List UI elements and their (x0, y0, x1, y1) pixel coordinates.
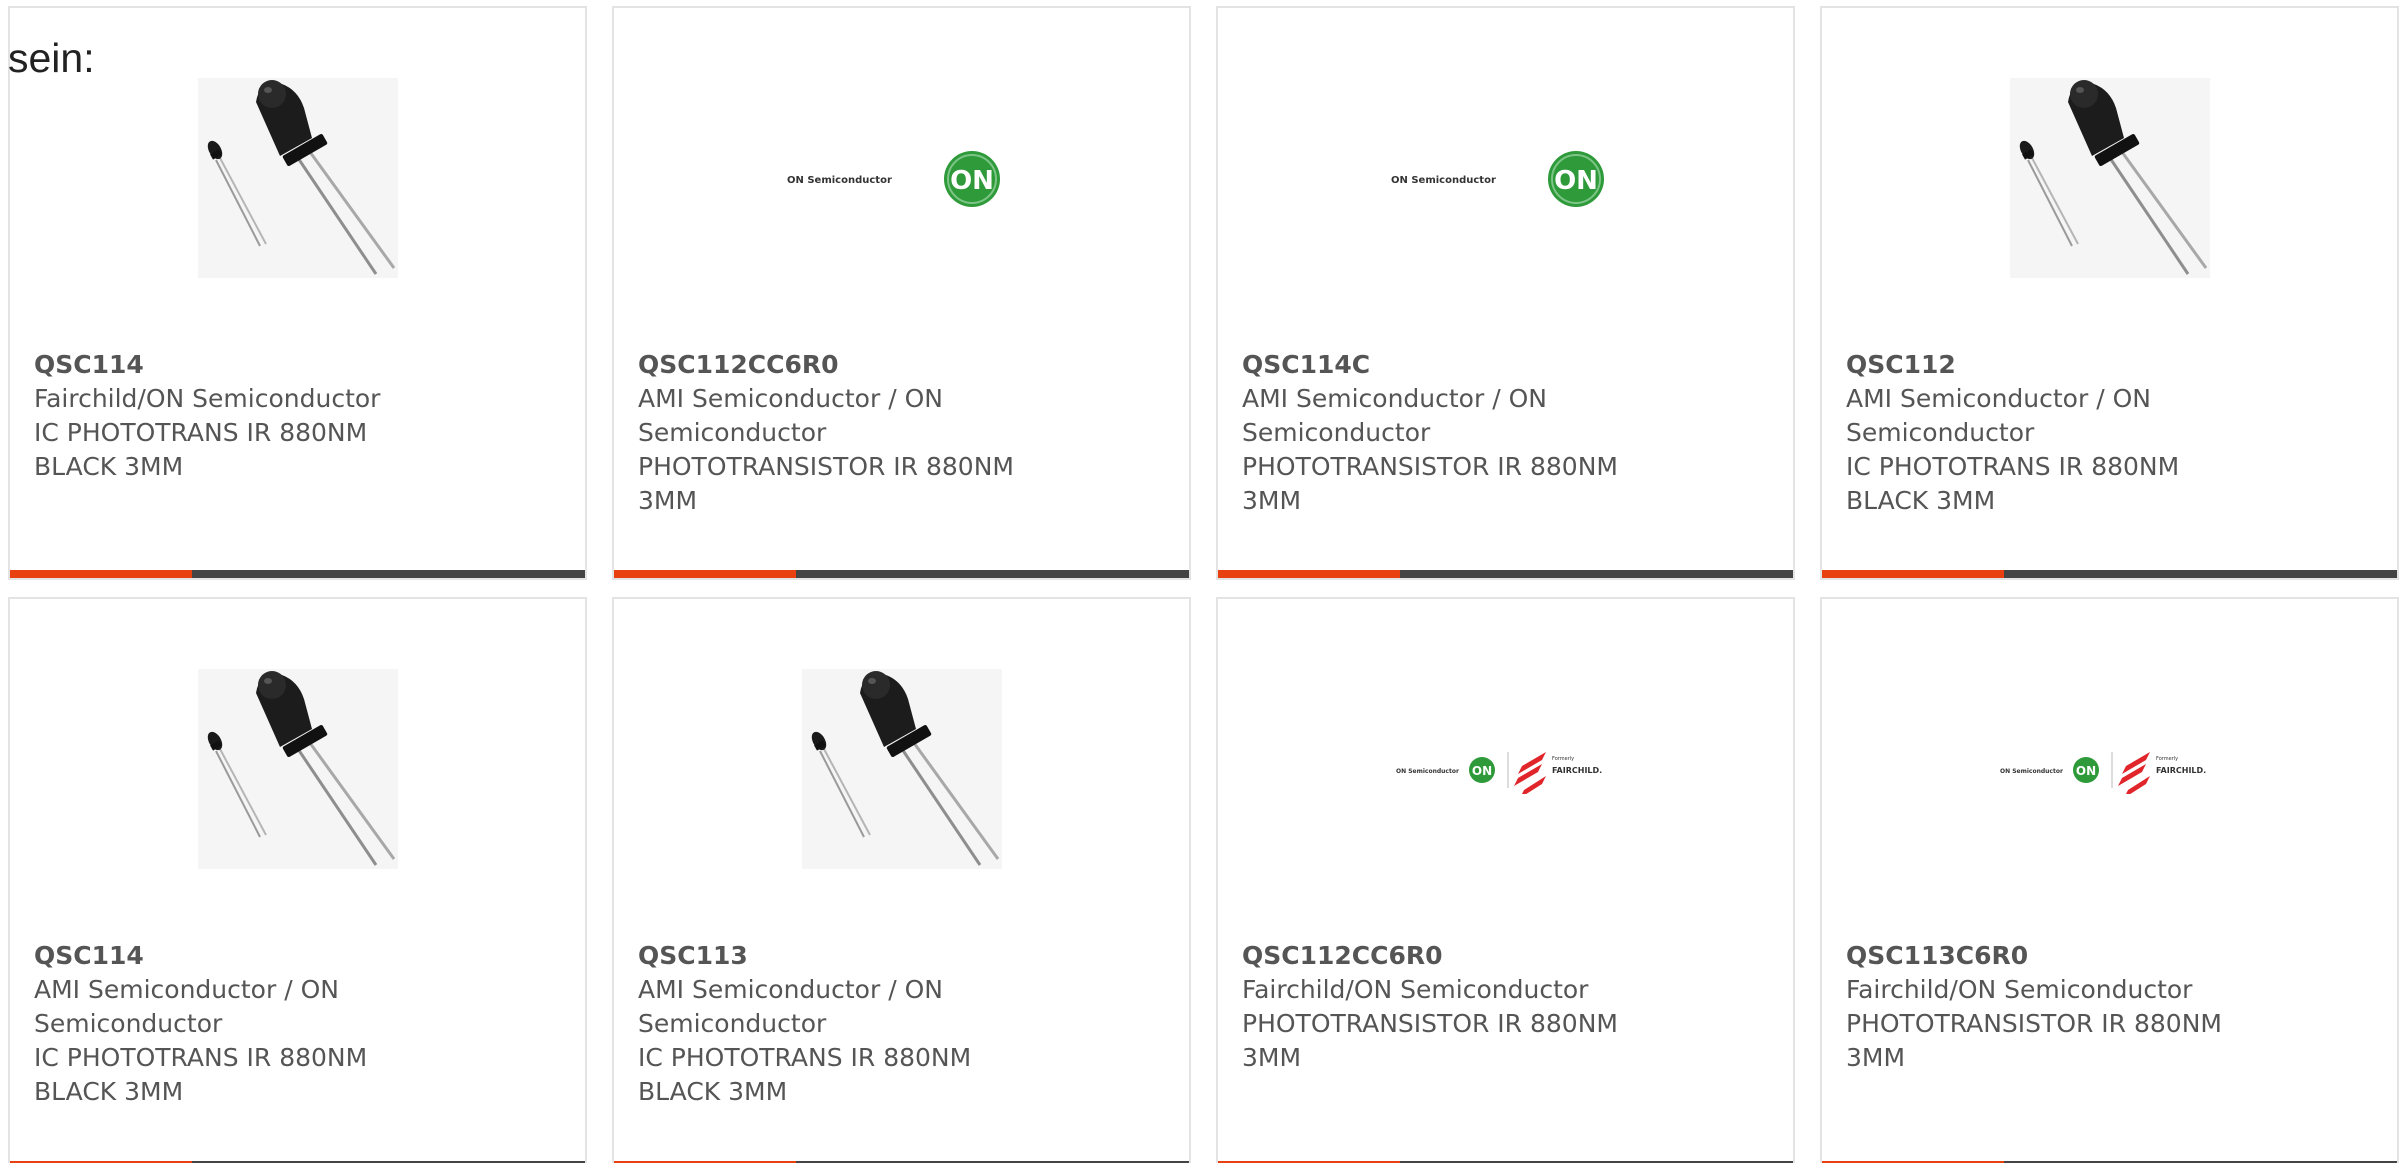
description-text: 3MM (1242, 486, 1302, 515)
manufacturer-text: AMI Semiconductor / ON (1846, 384, 2151, 413)
svg-text:ON Semiconductor: ON Semiconductor (1396, 768, 1459, 775)
part-number[interactable]: QSC112CC6R0 (1242, 939, 1769, 973)
description-text: IC PHOTOTRANS IR 880NM (638, 1043, 972, 1072)
product-image[interactable] (614, 659, 1189, 879)
phototransistor-photo-icon (197, 669, 398, 869)
description-text: PHOTOTRANSISTOR IR 880NM (1846, 1009, 2222, 1038)
manufacturer-text: Semiconductor (1846, 418, 2035, 447)
product-card[interactable]: QSC113 AMI Semiconductor / ON Semiconducto… (612, 597, 1191, 1163)
manufacturer-text: Fairchild/ON Semiconductor (1242, 975, 1589, 1004)
manufacturer-text: Fairchild/ON Semiconductor (1846, 975, 2193, 1004)
on-fairchild-logo-icon: ON Semiconductor ON Formerly FAIRCHILD. (1396, 752, 1602, 794)
product-card[interactable]: QSC114 AMI Semiconductor / ON Semiconducto… (8, 597, 587, 1163)
svg-text:FAIRCHILD.: FAIRCHILD. (2156, 766, 2206, 775)
product-info: QSC114 AMI Semiconductor / ON Semiconducto… (34, 939, 561, 1109)
svg-text:ON Semiconductor: ON Semiconductor (1391, 175, 1496, 186)
product-image[interactable] (10, 659, 585, 879)
product-card[interactable]: QSC114 Fairchild/ON Semiconductor IC PHOTO… (8, 6, 587, 580)
description-text: IC PHOTOTRANS IR 880NM (34, 418, 368, 447)
description-text: BLACK 3MM (34, 1077, 184, 1106)
part-number[interactable]: QSC114 (34, 939, 561, 973)
product-image[interactable]: ON Semiconductor ON Formerly FAIRCHILD. (1218, 659, 1793, 879)
card-accent-bar (614, 570, 1189, 578)
manufacturer-text: Semiconductor (34, 1009, 223, 1038)
part-number[interactable]: QSC114 (34, 348, 561, 382)
product-card[interactable]: ON Semiconductor ON Formerly FAIRCHILD. … (1820, 597, 2399, 1163)
manufacturer-text: Fairchild/ON Semiconductor (34, 384, 381, 413)
svg-text:ON: ON (1554, 166, 1598, 196)
description-text: PHOTOTRANSISTOR IR 880NM (638, 452, 1014, 481)
manufacturer-text: AMI Semiconductor / ON (638, 384, 943, 413)
description-text: IC PHOTOTRANS IR 880NM (1846, 452, 2180, 481)
intro-text: sein: (8, 35, 95, 81)
product-info: QSC114C AMI Semiconductor / ON Semiconduct… (1242, 348, 1769, 518)
svg-text:ON: ON (1471, 764, 1491, 778)
product-image[interactable] (10, 68, 585, 288)
card-accent-segment (1822, 570, 2004, 578)
svg-text:FAIRCHILD.: FAIRCHILD. (1552, 766, 1602, 775)
product-card[interactable]: ON Semiconductor ON QSC114C AMI Semicondu… (1216, 6, 1795, 580)
part-number[interactable]: QSC113 (638, 939, 1165, 973)
description-text: BLACK 3MM (1846, 486, 1996, 515)
on-fairchild-logo-icon: ON Semiconductor ON Formerly FAIRCHILD. (2000, 752, 2206, 794)
manufacturer-text: Semiconductor (1242, 418, 1431, 447)
card-accent-bar (1822, 570, 2397, 578)
svg-text:Formerly: Formerly (1552, 756, 1574, 762)
product-info: QSC112CC6R0 AMI Semiconductor / ON Semicon… (638, 348, 1165, 518)
description-text: 3MM (638, 486, 698, 515)
description-text: PHOTOTRANSISTOR IR 880NM (1242, 452, 1618, 481)
on-semiconductor-logo-icon: ON Semiconductor ON (787, 151, 1000, 207)
product-image[interactable]: ON Semiconductor ON Formerly FAIRCHILD. (1822, 659, 2397, 879)
phototransistor-photo-icon (2009, 78, 2210, 278)
svg-text:Formerly: Formerly (2156, 756, 2178, 762)
product-image[interactable] (1822, 68, 2397, 288)
product-image[interactable]: ON Semiconductor ON (614, 68, 1189, 288)
product-image[interactable]: ON Semiconductor ON (1218, 68, 1793, 288)
description-text: 3MM (1846, 1043, 1906, 1072)
description-text: PHOTOTRANSISTOR IR 880NM (1242, 1009, 1618, 1038)
svg-text:ON Semiconductor: ON Semiconductor (2000, 768, 2063, 775)
product-grid-page: sein: QSC114 Fairchild/ON Semiconductor IC… (0, 0, 2400, 1163)
manufacturer-text: AMI Semiconductor / ON (638, 975, 943, 1004)
card-accent-segment (614, 570, 796, 578)
svg-text:ON: ON (2075, 764, 2095, 778)
product-card[interactable]: ON Semiconductor ON Formerly FAIRCHILD. … (1216, 597, 1795, 1163)
phototransistor-photo-icon (801, 669, 1002, 869)
part-number[interactable]: QSC114C (1242, 348, 1769, 382)
part-number[interactable]: QSC112CC6R0 (638, 348, 1165, 382)
card-accent-bar (1218, 570, 1793, 578)
product-info: QSC113C6R0 Fairchild/ON Semiconductor PHOT… (1846, 939, 2373, 1075)
product-card[interactable]: ON Semiconductor ON QSC112CC6R0 AMI Semic… (612, 6, 1191, 580)
on-semiconductor-logo-icon: ON Semiconductor ON (1391, 151, 1604, 207)
card-accent-bar (10, 570, 585, 578)
part-number[interactable]: QSC113C6R0 (1846, 939, 2373, 973)
manufacturer-text: Semiconductor (638, 418, 827, 447)
phototransistor-photo-icon (197, 78, 398, 278)
product-info: QSC114 Fairchild/ON Semiconductor IC PHOTO… (34, 348, 561, 484)
product-info: QSC112 AMI Semiconductor / ON Semiconducto… (1846, 348, 2373, 518)
product-card[interactable]: QSC112 AMI Semiconductor / ON Semiconducto… (1820, 6, 2399, 580)
svg-text:ON Semiconductor: ON Semiconductor (787, 175, 892, 186)
product-grid: QSC114 Fairchild/ON Semiconductor IC PHOTO… (8, 6, 2399, 1163)
description-text: IC PHOTOTRANS IR 880NM (34, 1043, 368, 1072)
description-text: BLACK 3MM (638, 1077, 788, 1106)
description-text: 3MM (1242, 1043, 1302, 1072)
card-accent-segment (10, 570, 192, 578)
manufacturer-text: AMI Semiconductor / ON (34, 975, 339, 1004)
product-info: QSC112CC6R0 Fairchild/ON Semiconductor PHO… (1242, 939, 1769, 1075)
part-number[interactable]: QSC112 (1846, 348, 2373, 382)
description-text: BLACK 3MM (34, 452, 184, 481)
card-accent-segment (1218, 570, 1400, 578)
svg-text:ON: ON (950, 166, 994, 196)
product-info: QSC113 AMI Semiconductor / ON Semiconducto… (638, 939, 1165, 1109)
manufacturer-text: Semiconductor (638, 1009, 827, 1038)
manufacturer-text: AMI Semiconductor / ON (1242, 384, 1547, 413)
